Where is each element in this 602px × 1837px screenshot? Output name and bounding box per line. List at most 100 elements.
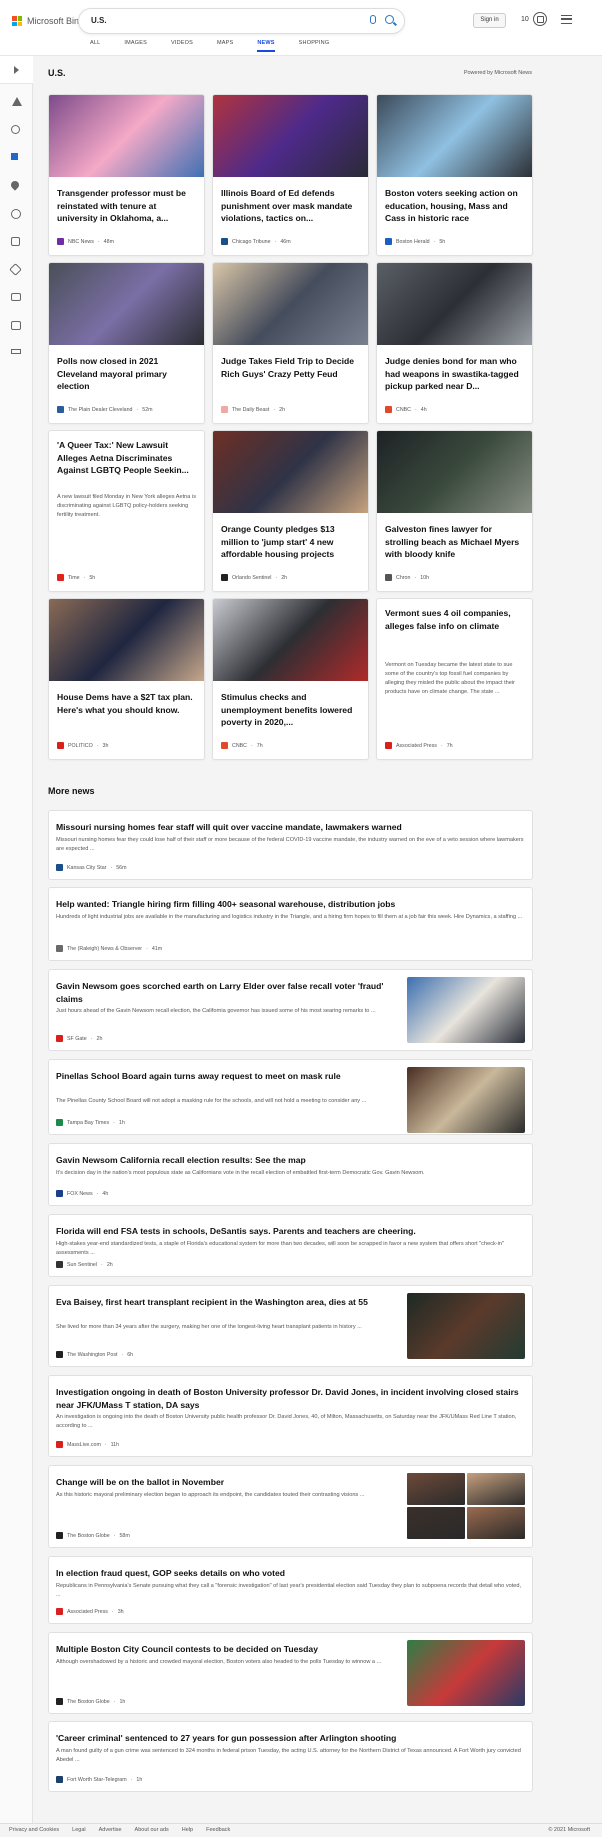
news-source[interactable]: CNBC · 7h xyxy=(221,742,263,749)
footer-link[interactable]: Help xyxy=(182,1827,193,1833)
news-thumbnail-image[interactable] xyxy=(407,1640,525,1706)
news-card[interactable]: Judge denies bond for man who had weapon… xyxy=(376,262,533,424)
news-card[interactable]: 'A Queer Tax:' New Lawsuit Alleges Aetna… xyxy=(48,430,205,592)
entertainment-icon[interactable] xyxy=(11,293,22,304)
news-source[interactable]: NBC News · 48m xyxy=(57,238,114,245)
article-headline[interactable]: 'Career criminal' sentenced to 27 years … xyxy=(56,1732,524,1745)
card-headline[interactable]: Transgender professor must be reinstated… xyxy=(57,187,198,237)
search-box[interactable]: U.S. xyxy=(78,8,405,34)
rewards-icon[interactable] xyxy=(533,12,547,26)
tab-shopping[interactable]: SHOPPING xyxy=(299,40,330,52)
footer-link[interactable]: About our ads xyxy=(135,1827,169,1833)
news-source[interactable]: The Boston Globe · 1h xyxy=(56,1698,125,1705)
news-card[interactable]: Polls now closed in 2021 Cleveland mayor… xyxy=(48,262,205,424)
news-source[interactable]: Fort Worth Star-Telegram · 1h xyxy=(56,1776,142,1783)
world-icon[interactable] xyxy=(11,209,22,220)
news-article-row[interactable]: Missouri nursing homes fear staff will q… xyxy=(48,810,533,880)
news-article-row[interactable]: Multiple Boston City Council contests to… xyxy=(48,1632,533,1714)
news-card[interactable]: Galveston fines lawyer for strolling bea… xyxy=(376,430,533,592)
card-headline[interactable]: Judge Takes Field Trip to Decide Rich Gu… xyxy=(221,355,362,405)
news-card[interactable]: Transgender professor must be reinstated… xyxy=(48,94,205,256)
news-source[interactable]: Boston Herald · 5h xyxy=(385,238,445,245)
news-thumbnail-image[interactable] xyxy=(407,1067,525,1133)
tab-videos[interactable]: VIDEOS xyxy=(171,40,193,52)
news-source[interactable]: The Plain Dealer Cleveland · 52m xyxy=(57,406,153,413)
news-article-row[interactable]: 'Career criminal' sentenced to 27 years … xyxy=(48,1721,533,1792)
news-source[interactable]: CNBC · 4h xyxy=(385,406,427,413)
card-headline[interactable]: Judge denies bond for man who had weapon… xyxy=(385,355,526,405)
news-source[interactable]: SF Gate · 2h xyxy=(56,1035,102,1042)
article-headline[interactable]: Gavin Newsom goes scorched earth on Larr… xyxy=(56,980,396,1005)
news-thumbnail-image[interactable] xyxy=(213,599,368,681)
search-icon[interactable] xyxy=(385,15,394,24)
news-source[interactable]: Orlando Sentinel · 2h xyxy=(221,574,287,581)
news-article-row[interactable]: Pinellas School Board again turns away r… xyxy=(48,1059,533,1135)
card-headline[interactable]: 'A Queer Tax:' New Lawsuit Alleges Aetna… xyxy=(57,439,198,489)
news-article-row[interactable]: Florida will end FSA tests in schools, D… xyxy=(48,1214,533,1277)
news-card[interactable]: Stimulus checks and unemployment benefit… xyxy=(212,598,369,760)
news-article-row[interactable]: Gavin Newsom goes scorched earth on Larr… xyxy=(48,969,533,1051)
card-headline[interactable]: Orange County pledges $13 million to 'ju… xyxy=(221,523,362,573)
news-source[interactable]: Chron · 10h xyxy=(385,574,429,581)
news-card[interactable]: Orange County pledges $13 million to 'ju… xyxy=(212,430,369,592)
science-icon[interactable] xyxy=(9,263,22,276)
news-source[interactable]: Associated Press · 7h xyxy=(385,742,453,749)
news-article-row[interactable]: Gavin Newsom California recall election … xyxy=(48,1143,533,1206)
article-headline[interactable]: Help wanted: Triangle hiring firm fillin… xyxy=(56,898,524,911)
tab-images[interactable]: IMAGES xyxy=(124,40,147,52)
news-thumbnail-image[interactable] xyxy=(213,431,368,513)
news-article-row[interactable]: Change will be on the ballot in November… xyxy=(48,1465,533,1548)
news-article-row[interactable]: Eva Baisey, first heart transplant recip… xyxy=(48,1285,533,1367)
footer-link[interactable]: Legal xyxy=(72,1827,85,1833)
hamburger-menu-icon[interactable] xyxy=(561,15,572,24)
card-headline[interactable]: Polls now closed in 2021 Cleveland mayor… xyxy=(57,355,198,405)
news-thumbnail-image[interactable] xyxy=(213,263,368,345)
news-thumbnail-image[interactable] xyxy=(377,95,532,177)
news-article-row[interactable]: In election fraud quest, GOP seeks detai… xyxy=(48,1556,533,1624)
article-headline[interactable]: Multiple Boston City Council contests to… xyxy=(56,1643,396,1656)
news-thumbnail-image[interactable] xyxy=(407,977,525,1043)
politics-icon[interactable] xyxy=(11,237,22,248)
footer-link[interactable]: Advertise xyxy=(99,1827,122,1833)
news-thumbnail-image[interactable] xyxy=(49,263,204,345)
article-headline[interactable]: Gavin Newsom California recall election … xyxy=(56,1154,524,1167)
news-source[interactable]: The Washington Post · 6h xyxy=(56,1351,133,1358)
news-source[interactable]: Time · 5h xyxy=(57,574,95,581)
article-headline[interactable]: Pinellas School Board again turns away r… xyxy=(56,1070,396,1083)
news-source[interactable]: The (Raleigh) News & Observer · 41m xyxy=(56,945,162,952)
sign-in-button[interactable]: Sign in xyxy=(473,13,506,28)
article-headline[interactable]: In election fraud quest, GOP seeks detai… xyxy=(56,1567,524,1580)
news-thumbnail-collage[interactable] xyxy=(407,1473,525,1539)
tab-all[interactable]: ALL xyxy=(90,40,100,52)
search-input[interactable]: U.S. xyxy=(91,16,107,25)
card-headline[interactable]: Illinois Board of Ed defends punishment … xyxy=(221,187,362,237)
news-source[interactable]: Kansas City Star · 56m xyxy=(56,864,127,871)
news-source[interactable]: POLITICO · 3h xyxy=(57,742,108,749)
rewards-points[interactable]: 10 xyxy=(521,16,529,23)
footer-link[interactable]: Feedback xyxy=(206,1827,230,1833)
business-icon[interactable] xyxy=(11,321,22,332)
card-headline[interactable]: Galveston fines lawyer for strolling bea… xyxy=(385,523,526,573)
money-icon[interactable] xyxy=(11,349,22,360)
tab-news[interactable]: NEWS xyxy=(257,40,275,52)
footer-link[interactable]: Privacy and Cookies xyxy=(9,1827,59,1833)
news-card[interactable]: Judge Takes Field Trip to Decide Rich Gu… xyxy=(212,262,369,424)
local-icon[interactable] xyxy=(9,179,22,192)
home-icon[interactable] xyxy=(11,97,22,108)
article-headline[interactable]: Investigation ongoing in death of Boston… xyxy=(56,1386,524,1411)
news-thumbnail-image[interactable] xyxy=(377,431,532,513)
news-card[interactable]: Vermont sues 4 oil companies, alleges fa… xyxy=(376,598,533,760)
news-article-row[interactable]: Help wanted: Triangle hiring firm fillin… xyxy=(48,887,533,961)
article-headline[interactable]: Florida will end FSA tests in schools, D… xyxy=(56,1225,524,1238)
card-headline[interactable]: Boston voters seeking action on educatio… xyxy=(385,187,526,237)
news-source[interactable]: Chicago Tribune · 46m xyxy=(221,238,291,245)
news-card[interactable]: Illinois Board of Ed defends punishment … xyxy=(212,94,369,256)
news-card[interactable]: Boston voters seeking action on educatio… xyxy=(376,94,533,256)
news-thumbnail-image[interactable] xyxy=(213,95,368,177)
news-article-row[interactable]: Investigation ongoing in death of Boston… xyxy=(48,1375,533,1457)
news-thumbnail-image[interactable] xyxy=(49,95,204,177)
card-headline[interactable]: Vermont sues 4 oil companies, alleges fa… xyxy=(385,607,526,657)
news-card[interactable]: House Dems have a $2T tax plan. Here's w… xyxy=(48,598,205,760)
news-thumbnail-image[interactable] xyxy=(377,263,532,345)
tab-maps[interactable]: MAPS xyxy=(217,40,233,52)
